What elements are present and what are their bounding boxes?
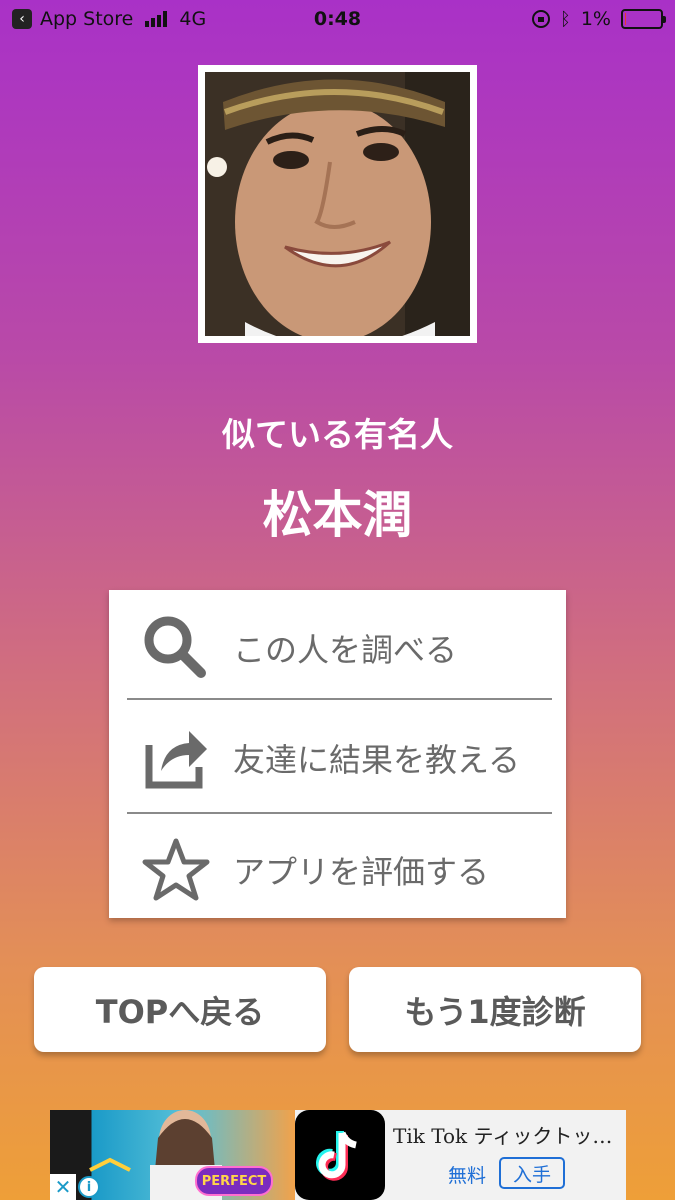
ad-title[interactable]: Tik Tok ティックトッ… bbox=[393, 1120, 618, 1149]
menu-item-rate[interactable]: アプリを評価する bbox=[127, 816, 552, 924]
ad-get-button[interactable]: 入手 bbox=[499, 1157, 565, 1189]
menu-item-label: 友達に結果を教える bbox=[233, 741, 521, 779]
menu-item-label: アプリを評価する bbox=[233, 853, 490, 891]
back-app-label[interactable]: App Store bbox=[40, 8, 133, 30]
face-photo bbox=[198, 65, 477, 343]
ad-image[interactable]: PERFECT ✕ i bbox=[50, 1110, 295, 1200]
signal-icon bbox=[145, 11, 168, 27]
result-label: 似ている有名人 bbox=[222, 415, 453, 454]
celebrity-name: 松本潤 bbox=[262, 486, 413, 544]
network-label: 4G bbox=[179, 8, 207, 30]
search-icon bbox=[144, 616, 206, 678]
info-icon[interactable]: i bbox=[78, 1176, 100, 1198]
star-icon bbox=[142, 838, 210, 901]
face-image bbox=[205, 72, 470, 336]
ad-price: 無料 bbox=[448, 1165, 487, 1187]
ad-banner[interactable]: PERFECT ✕ i Tik Tok ティックトッ… 無料 入手 bbox=[50, 1110, 626, 1200]
status-bar: ‹ App Store 4G 0:48 ᛒ 1% bbox=[0, 0, 675, 38]
divider bbox=[127, 812, 552, 814]
close-icon[interactable]: ✕ bbox=[50, 1174, 76, 1200]
retry-diagnosis-button[interactable]: もう1度診断 bbox=[349, 967, 641, 1052]
battery-percent: 1% bbox=[580, 8, 611, 30]
menu-item-label: この人を調べる bbox=[233, 631, 458, 669]
divider bbox=[127, 698, 552, 700]
action-menu: この人を調べる 友達に結果を教える アプリを評価する bbox=[109, 590, 566, 918]
back-arrow-icon[interactable]: ‹ bbox=[12, 9, 32, 29]
tiktok-logo-icon[interactable] bbox=[295, 1110, 385, 1200]
rotation-lock-icon bbox=[532, 10, 551, 28]
share-icon bbox=[145, 731, 207, 789]
bluetooth-icon: ᛒ bbox=[560, 8, 571, 30]
battery-icon bbox=[621, 9, 666, 29]
menu-item-share[interactable]: 友達に結果を教える bbox=[127, 704, 552, 812]
ad-badge: PERFECT bbox=[195, 1166, 273, 1196]
menu-item-search[interactable]: この人を調べる bbox=[127, 594, 552, 702]
back-to-top-button[interactable]: TOPへ戻る bbox=[34, 967, 326, 1052]
